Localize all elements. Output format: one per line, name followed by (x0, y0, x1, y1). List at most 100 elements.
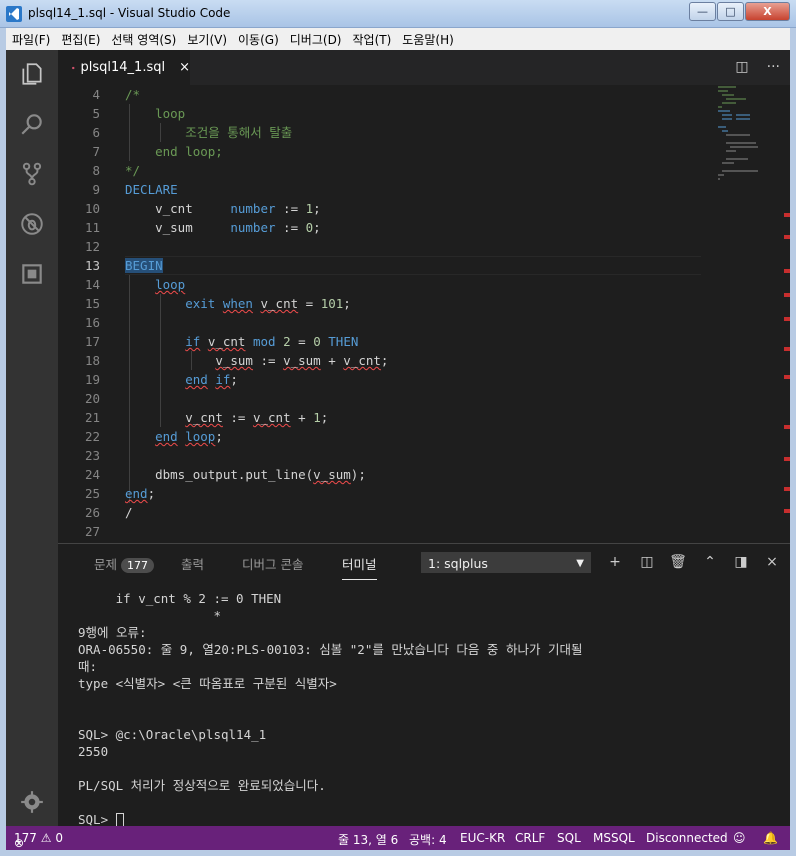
minimap (718, 86, 758, 180)
chevron-up-icon[interactable]: ⌃ (701, 554, 719, 570)
close-window-button[interactable]: X (745, 2, 790, 21)
close-panel-icon[interactable]: × (763, 554, 781, 570)
code-text: if v_cnt mod 2 = 0 THEN (185, 334, 359, 349)
code-text: / (125, 505, 133, 520)
code-line[interactable]: 14 loop (58, 275, 718, 294)
warning-icon: ⚠ (40, 831, 52, 845)
language-mode[interactable]: SQL (557, 831, 581, 845)
line-number: 27 (84, 524, 100, 539)
code-line[interactable]: 12 (58, 237, 718, 256)
terminal-select[interactable]: 1: sqlplus ▼ (421, 552, 591, 573)
line-number: 7 (92, 144, 100, 159)
more-actions-icon[interactable]: ··· (767, 59, 780, 75)
tab-problems[interactable]: 문제 177 (94, 554, 155, 573)
code-line[interactable]: 22 end loop; (58, 427, 718, 446)
menu-debug[interactable]: 디버그(D) (290, 31, 342, 48)
notifications-bell-icon[interactable]: 🔔 (763, 831, 778, 845)
debug-icon[interactable] (6, 200, 58, 248)
extensions-icon[interactable] (6, 250, 58, 298)
line-number: 19 (84, 372, 100, 387)
code-editor[interactable]: 4/* 5 loop 6 조건을 통해서 탈출 7 end loop; 8 */9 DECL… (58, 85, 790, 543)
indentation[interactable]: 공백: 4 (409, 831, 447, 848)
menu-help[interactable]: 도움말(H) (402, 31, 454, 48)
code-line[interactable]: 19 end if; (58, 370, 718, 389)
code-text: v_cnt := v_cnt + 1; (185, 410, 329, 425)
window-border-bottom (0, 850, 796, 856)
error-marker (784, 347, 790, 351)
code-text: */ (125, 163, 141, 178)
editor-tab-bar: plsql14_1.sql × ◫ ··· (58, 50, 790, 85)
trash-icon[interactable]: 🗑 (669, 554, 687, 570)
menu-edit[interactable]: 편집(E) (61, 31, 100, 48)
terminal-line: SQL> @c:\Oracle\plsql14_1 (78, 727, 267, 742)
tab-terminal[interactable]: 터미널 (342, 554, 377, 580)
warning-count: 0 (55, 831, 63, 845)
tab-close-icon[interactable]: × (179, 60, 190, 75)
menu-file[interactable]: 파일(F) (12, 31, 50, 48)
code-line[interactable]: 11 v_sum number := 0; (58, 218, 718, 237)
files-icon[interactable] (6, 50, 58, 98)
code-line[interactable]: 24 dbms_output.put_line(v_sum); (58, 465, 718, 484)
panel-position-icon[interactable]: ◨ (732, 554, 750, 570)
menu-view[interactable]: 보기(V) (187, 31, 227, 48)
split-terminal-icon[interactable]: ◫ (638, 554, 656, 570)
code-text: v_sum number := 0; (125, 220, 321, 235)
settings-gear-icon[interactable] (6, 778, 58, 826)
connection-status[interactable]: Disconnected (646, 831, 728, 845)
source-control-icon[interactable] (6, 150, 58, 198)
menu-tasks[interactable]: 작업(T) (353, 31, 392, 48)
code-text: dbms_output.put_line(v_sum); (125, 467, 366, 482)
code-line[interactable]: 18 v_sum := v_sum + v_cnt; (58, 351, 718, 370)
terminal-line: 때: (78, 659, 98, 674)
problems-status[interactable]: ⊗ 177 ⚠ 0 (14, 831, 63, 850)
line-number: 6 (92, 125, 100, 140)
maximize-button[interactable]: □ (717, 2, 744, 21)
code-line[interactable]: 17 if v_cnt mod 2 = 0 THEN (58, 332, 718, 351)
feedback-smiley-icon[interactable]: ☺ (733, 831, 746, 845)
error-icon: ⊗ (14, 836, 25, 850)
menu-selection[interactable]: 선택 영역(S) (111, 31, 176, 48)
code-line[interactable]: 27 (58, 522, 718, 541)
code-line[interactable]: 10 v_cnt number := 1; (58, 199, 718, 218)
code-line[interactable]: 8 */ (58, 161, 718, 180)
tab-debug-console[interactable]: 디버그 콘솔 (242, 554, 303, 573)
database-icon (72, 66, 75, 69)
code-line[interactable]: 6 조건을 통해서 탈출 (58, 123, 718, 142)
code-line[interactable]: 9 DECLARE (58, 180, 718, 199)
end-of-line[interactable]: CRLF (515, 831, 545, 845)
new-terminal-icon[interactable]: + (606, 554, 624, 570)
code-text: end loop; (155, 429, 223, 444)
minimize-button[interactable]: — (689, 2, 716, 21)
encoding[interactable]: EUC-KR (460, 831, 505, 845)
code-line[interactable]: 5 loop (58, 104, 718, 123)
line-number: 24 (84, 467, 100, 482)
error-marker (784, 457, 790, 461)
vscode-workbench: plsql14_1.sql × ◫ ··· 4/* 5 loop 6 조건을 통… (6, 50, 790, 850)
panel-tabs: 문제 177 출력 디버그 콘솔 터미널 1: sqlplus ▼ + ◫ 🗑 ⌃… (58, 544, 790, 582)
connection-type[interactable]: MSSQL (593, 831, 635, 845)
code-line[interactable]: 23 (58, 446, 718, 465)
cursor-position[interactable]: 줄 13, 열 6 (338, 831, 398, 848)
code-line[interactable]: 4 /* (58, 85, 718, 104)
terminal-line: type <식별자> <큰 따옴표로 구분된 식별자> (78, 676, 337, 691)
code-line[interactable]: 20 (58, 389, 718, 408)
code-text: /* (125, 87, 141, 102)
window-title: plsql14_1.sql - Visual Studio Code (28, 6, 231, 20)
editor-tab[interactable]: plsql14_1.sql × (58, 50, 190, 85)
line-number: 15 (84, 296, 100, 311)
split-editor-icon[interactable]: ◫ (735, 59, 748, 75)
code-line[interactable]: 13 BEGIN (58, 256, 718, 275)
code-line[interactable]: 21 v_cnt := v_cnt + 1; (58, 408, 718, 427)
tab-output[interactable]: 출력 (181, 554, 204, 573)
search-icon[interactable] (6, 100, 58, 148)
code-line[interactable]: 15 exit when v_cnt = 101; (58, 294, 718, 313)
menu-go[interactable]: 이동(G) (238, 31, 279, 48)
line-number: 23 (84, 448, 100, 463)
code-line[interactable]: 26 / (58, 503, 718, 522)
code-line[interactable]: 25 end; (58, 484, 718, 503)
code-line[interactable]: 16 (58, 313, 718, 332)
window-titlebar: plsql14_1.sql - Visual Studio Code — □ X (0, 0, 796, 28)
error-marker (784, 235, 790, 239)
error-marker (784, 487, 790, 491)
code-line[interactable]: 7 end loop; (58, 142, 718, 161)
